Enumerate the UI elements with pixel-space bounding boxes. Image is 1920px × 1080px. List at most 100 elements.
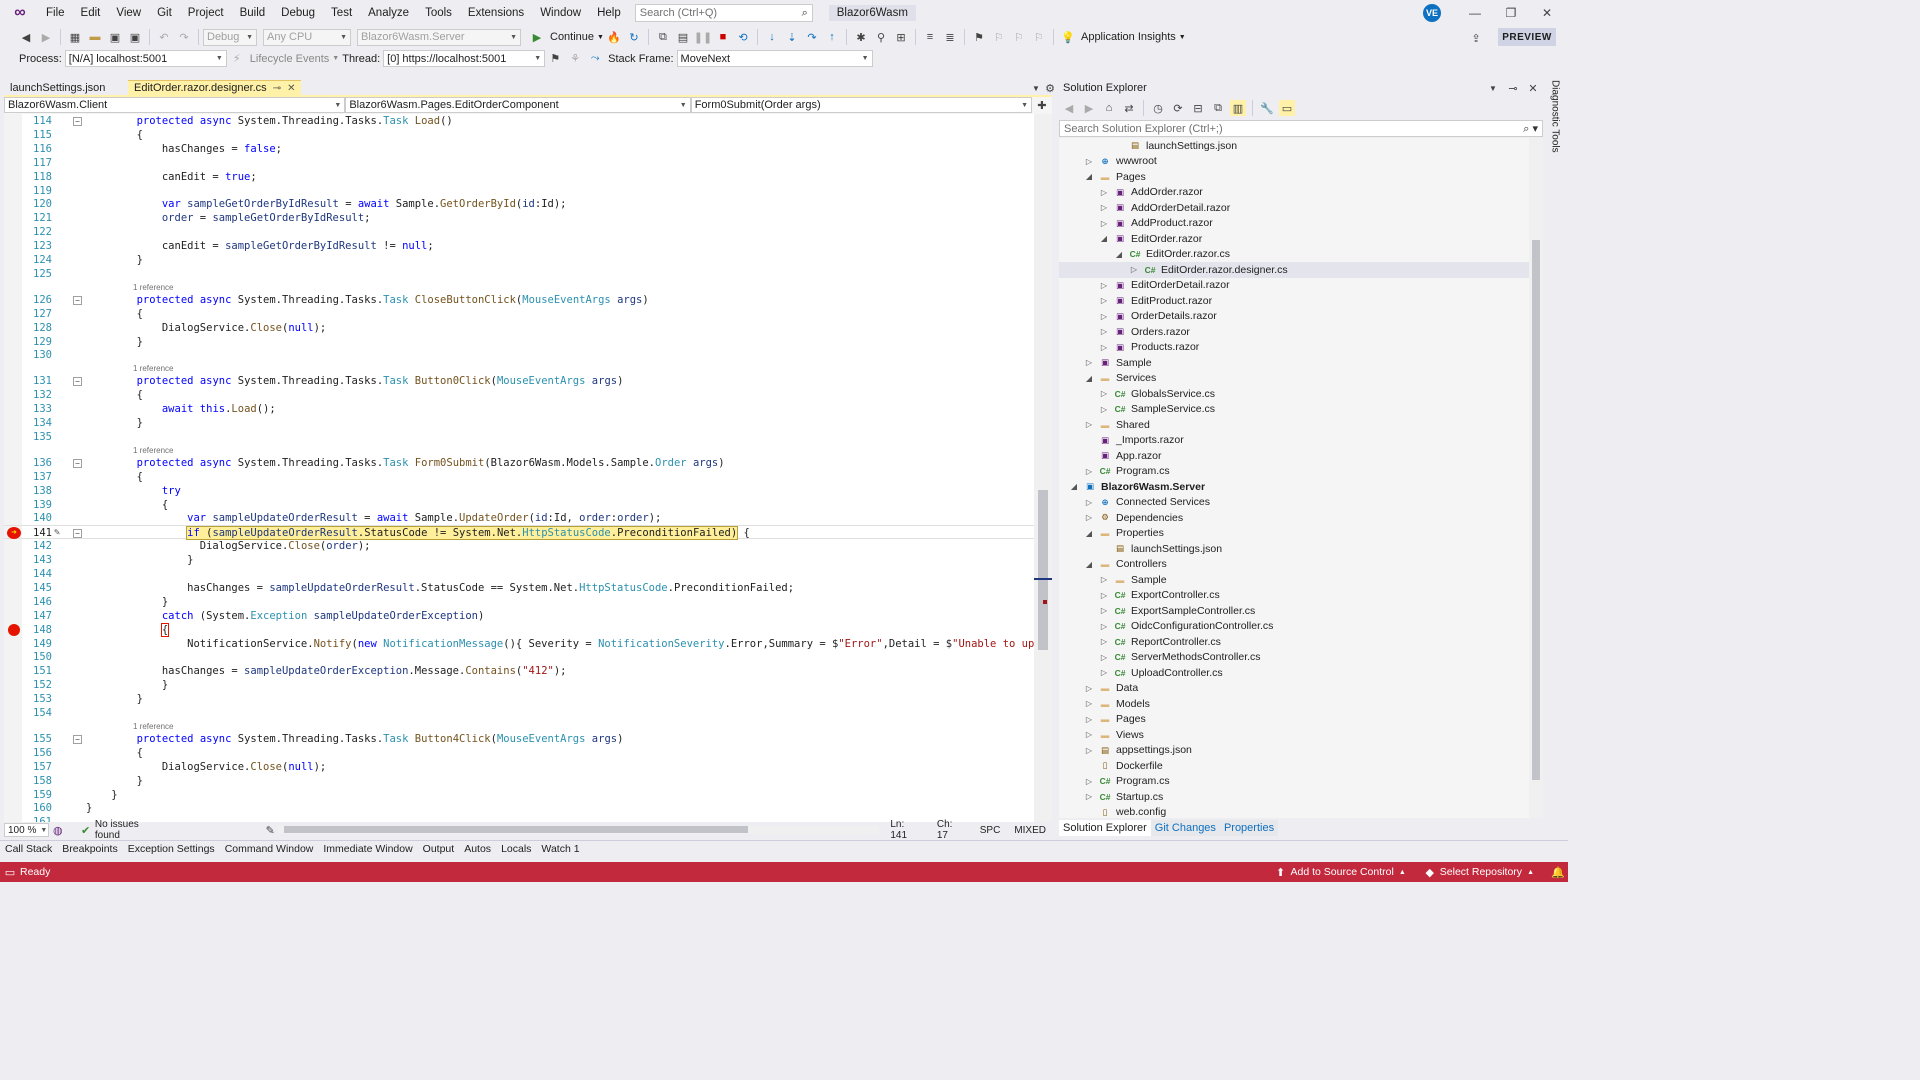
expand-icon[interactable]: ▷ bbox=[1084, 792, 1094, 801]
tree-item[interactable]: ◢ ▣ Blazor6Wasm.Server bbox=[1059, 479, 1529, 495]
thread-dropdown[interactable]: [0] https://localhost:5001 ▼ bbox=[383, 50, 546, 67]
tree-item[interactable]: ▷ ▣ EditProduct.razor bbox=[1059, 293, 1529, 309]
expand-icon[interactable]: ▷ bbox=[1099, 219, 1109, 228]
tree-item[interactable]: ▣ App.razor bbox=[1059, 448, 1529, 464]
code-line[interactable]: 142 DialogService.Close(order); bbox=[4, 539, 1034, 553]
expand-icon[interactable]: ▷ bbox=[1084, 777, 1094, 786]
tab-launch-settings[interactable]: launchSettings.json bbox=[4, 80, 128, 95]
stop-icon[interactable]: ■ bbox=[715, 29, 731, 45]
code-line[interactable]: 145 hasChanges = sampleUpdateOrderResult… bbox=[4, 581, 1034, 595]
code-line[interactable]: 159 } bbox=[4, 788, 1034, 802]
tree-item[interactable]: ▷ ▣ OrderDetails.razor bbox=[1059, 309, 1529, 325]
issues-status[interactable]: No issues found bbox=[95, 819, 161, 841]
menu-file[interactable]: File bbox=[38, 0, 73, 26]
tree-item[interactable]: ▷ ▬ Pages bbox=[1059, 712, 1529, 728]
code-line[interactable]: 153 } bbox=[4, 692, 1034, 706]
tree-item[interactable]: ▷ ▣ EditOrderDetail.razor bbox=[1059, 278, 1529, 294]
pin-icon[interactable]: ⊸ bbox=[273, 83, 281, 94]
tree-item[interactable]: ▯ web.config bbox=[1059, 805, 1529, 818]
tree-item[interactable]: ◢ C# EditOrder.razor.cs bbox=[1059, 247, 1529, 263]
startup-project-dropdown[interactable]: Blazor6Wasm.Server ▼ bbox=[357, 28, 521, 46]
expand-icon[interactable]: ▷ bbox=[1099, 405, 1109, 414]
tree-item[interactable]: ▷ C# EditOrder.razor.designer.cs bbox=[1059, 262, 1529, 278]
zoom-dropdown[interactable]: 100 % ▼ bbox=[4, 823, 49, 837]
redo-icon[interactable]: ↷ bbox=[176, 29, 192, 45]
add-to-source-control[interactable]: Add to Source Control bbox=[1291, 866, 1394, 878]
code-line[interactable]: 133 await this.Load(); bbox=[4, 402, 1034, 416]
bottom-tab-output[interactable]: Output bbox=[418, 843, 460, 855]
dropdown-icon[interactable]: ▼ bbox=[1485, 80, 1501, 96]
tree-item[interactable]: ▷ C# Program.cs bbox=[1059, 774, 1529, 790]
avatar[interactable]: VE bbox=[1423, 4, 1441, 22]
menu-debug[interactable]: Debug bbox=[273, 0, 323, 26]
fold-toggle-icon[interactable]: − bbox=[73, 734, 82, 744]
tree-item[interactable]: ▷ C# Startup.cs bbox=[1059, 789, 1529, 805]
expand-icon[interactable]: ▷ bbox=[1099, 296, 1109, 305]
tree-item[interactable]: ▷ ▬ Shared bbox=[1059, 417, 1529, 433]
code-line[interactable]: 143 } bbox=[4, 553, 1034, 567]
expand-icon[interactable]: ▷ bbox=[1084, 746, 1094, 755]
code-line[interactable]: 136 protected async System.Threading.Tas… bbox=[4, 456, 1034, 470]
configuration-dropdown[interactable]: Debug ▼ bbox=[203, 28, 257, 46]
tree-item[interactable]: ▷ C# ExportController.cs bbox=[1059, 588, 1529, 604]
tree-item[interactable]: ◢ ▬ Pages bbox=[1059, 169, 1529, 185]
code-line[interactable]: 116 hasChanges = false; bbox=[4, 142, 1034, 156]
line-number[interactable]: Ln: 141 bbox=[890, 819, 920, 841]
menu-tools[interactable]: Tools bbox=[417, 0, 460, 26]
tree-item[interactable]: ▤ launchSettings.json bbox=[1059, 138, 1529, 154]
code-editor[interactable]: 114 protected async System.Threading.Tas… bbox=[4, 114, 1034, 822]
fold-toggle-icon[interactable]: − bbox=[73, 377, 82, 387]
expand-icon[interactable]: ▷ bbox=[1084, 699, 1094, 708]
process-dropdown[interactable]: [N/A] localhost:5001 ▼ bbox=[64, 50, 227, 67]
new-project-icon[interactable]: ▦ bbox=[67, 29, 83, 45]
code-line[interactable]: 126 protected async System.Threading.Tas… bbox=[4, 293, 1034, 307]
bookmark-clear-icon[interactable]: ⚐ bbox=[1031, 29, 1047, 45]
bottom-tab-locals[interactable]: Locals bbox=[496, 843, 536, 855]
filter-icon[interactable]: ⚘ bbox=[567, 51, 583, 67]
menu-edit[interactable]: Edit bbox=[73, 0, 109, 26]
continue-button[interactable]: ▶ Continue ▼ bbox=[527, 29, 604, 45]
restore-icon[interactable]: ❐ bbox=[1501, 4, 1521, 22]
code-line[interactable]: 124 } bbox=[4, 253, 1034, 267]
tab-properties[interactable]: Properties bbox=[1219, 820, 1279, 836]
code-line[interactable]: 120 var sampleGetOrderByIdResult = await… bbox=[4, 197, 1034, 211]
code-line[interactable]: 121 order = sampleGetOrderByIdResult; bbox=[4, 211, 1034, 225]
reference-codelens[interactable]: 1 reference bbox=[133, 283, 173, 293]
tab-solution-explorer[interactable]: Solution Explorer bbox=[1059, 820, 1151, 836]
cleanup-icon[interactable]: ✎ bbox=[263, 822, 278, 838]
back-icon[interactable]: ◀ bbox=[1061, 100, 1077, 116]
collapse-icon[interactable]: ◢ bbox=[1084, 172, 1094, 181]
tree-item[interactable]: ▷ ▣ Orders.razor bbox=[1059, 324, 1529, 340]
bottom-tab-exception-settings[interactable]: Exception Settings bbox=[123, 843, 220, 855]
code-line[interactable]: 156 { bbox=[4, 746, 1034, 760]
bookmark-next-icon[interactable]: ⚐ bbox=[1011, 29, 1027, 45]
menu-extensions[interactable]: Extensions bbox=[460, 0, 532, 26]
expand-icon[interactable]: ▷ bbox=[1099, 575, 1109, 584]
expand-icon[interactable]: ▷ bbox=[1084, 467, 1094, 476]
properties-icon[interactable]: 🔧 bbox=[1259, 100, 1275, 116]
undo-icon[interactable]: ↶ bbox=[156, 29, 172, 45]
code-line[interactable]: 155 protected async System.Threading.Tas… bbox=[4, 732, 1034, 746]
platform-dropdown[interactable]: Any CPU ▼ bbox=[263, 28, 351, 46]
project-nav-dropdown[interactable]: Blazor6Wasm.Client ▼ bbox=[4, 97, 346, 113]
ai-icon[interactable]: ◍ bbox=[51, 822, 66, 838]
tree-item[interactable]: ◢ ▬ Services bbox=[1059, 371, 1529, 387]
tree-item[interactable]: ▷ ▬ Sample bbox=[1059, 572, 1529, 588]
open-icon[interactable]: ▬ bbox=[87, 29, 103, 45]
code-line[interactable]: 131 protected async System.Threading.Tas… bbox=[4, 374, 1034, 388]
bottom-tab-immediate-window[interactable]: Immediate Window bbox=[318, 843, 417, 855]
expand-icon[interactable]: ▷ bbox=[1084, 730, 1094, 739]
code-line[interactable]: 160} bbox=[4, 801, 1034, 815]
switch-views-icon[interactable]: ⇄ bbox=[1121, 100, 1137, 116]
hot-reload-icon[interactable]: 🔥 bbox=[606, 29, 622, 45]
expand-icon[interactable]: ▷ bbox=[1099, 389, 1109, 398]
code-line[interactable]: 149 NotificationService.Notify(new Notif… bbox=[4, 637, 1034, 651]
collapse-icon[interactable]: ◢ bbox=[1084, 560, 1094, 569]
expand-icon[interactable]: ▷ bbox=[1099, 343, 1109, 352]
pending-changes-icon[interactable]: ◷ bbox=[1150, 100, 1166, 116]
expand-icon[interactable]: ▷ bbox=[1084, 157, 1094, 166]
code-line[interactable]: 150 bbox=[4, 650, 1034, 664]
column-number[interactable]: Ch: 17 bbox=[937, 819, 964, 841]
menu-test[interactable]: Test bbox=[323, 0, 360, 26]
member-nav-dropdown[interactable]: Form0Submit(Order args) ▼ bbox=[690, 97, 1033, 113]
